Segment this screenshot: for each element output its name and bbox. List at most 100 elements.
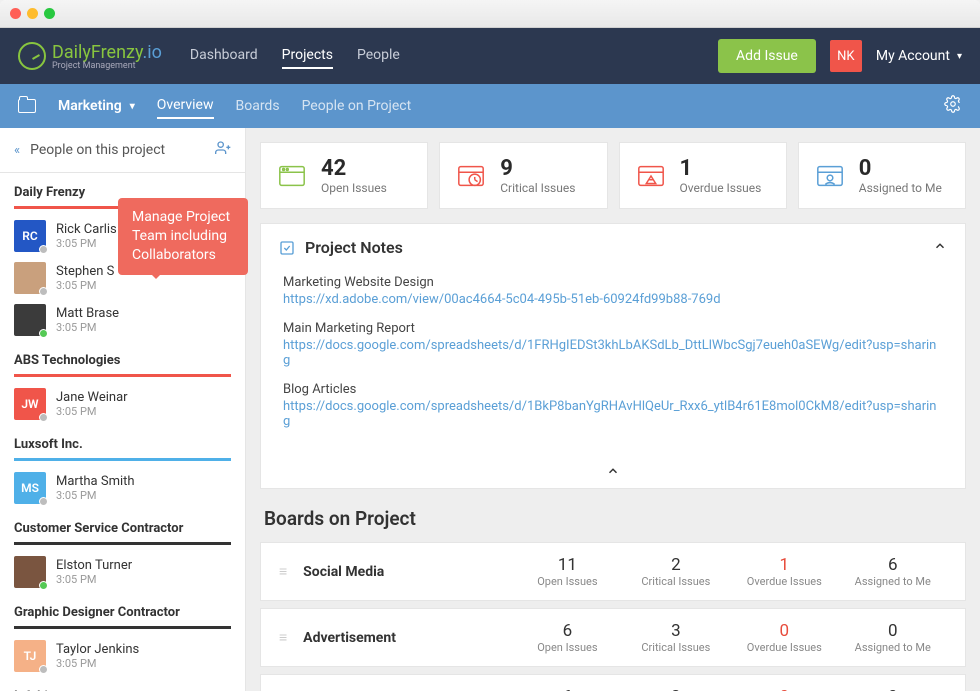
status-dot-icon <box>39 413 48 422</box>
board-critical-value: 3 <box>622 621 730 641</box>
boards-section-title: Boards on Project <box>264 507 966 530</box>
board-critical-label: Critical Issues <box>622 641 730 654</box>
check-icon <box>279 240 295 256</box>
minimize-icon[interactable] <box>27 8 38 19</box>
board-row[interactable]: ≡ Social Media 11Open Issues 2Critical I… <box>260 542 966 601</box>
stat-icon <box>275 161 309 191</box>
person-avatar: TJ <box>14 640 46 672</box>
person-time: 3:05 PM <box>56 321 119 334</box>
folder-icon <box>18 99 36 113</box>
board-assigned-value: 0 <box>839 621 947 641</box>
stat-label: Critical Issues <box>500 181 575 195</box>
person-row[interactable]: JW Jane Weinar3:05 PM <box>0 383 245 425</box>
person-time: 3:05 PM <box>56 657 139 670</box>
project-subnav: Marketing Overview Boards People on Proj… <box>0 84 980 128</box>
stat-label: Open Issues <box>321 181 387 195</box>
person-time: 3:05 PM <box>56 489 135 502</box>
board-overdue-value: 0 <box>730 621 838 641</box>
close-icon[interactable] <box>10 8 21 19</box>
board-overdue-value: 0 <box>730 687 838 691</box>
drag-handle-icon[interactable]: ≡ <box>279 563 287 580</box>
stat-label: Overdue Issues <box>680 181 762 195</box>
board-critical-label: Critical Issues <box>622 575 730 588</box>
board-assigned-label: Assigned to Me <box>839 641 947 654</box>
collapse-panel-icon[interactable] <box>933 238 947 257</box>
user-avatar[interactable]: NK <box>830 40 862 72</box>
person-row[interactable]: MS Martha Smith3:05 PM <box>0 467 245 509</box>
board-name: Social Media <box>303 564 513 580</box>
top-nav: DailyFrenzy.io Project Management Dashbo… <box>0 28 980 84</box>
stat-value: 42 <box>321 156 387 181</box>
nav-projects[interactable]: Projects <box>282 43 333 69</box>
company-color-bar <box>14 374 231 377</box>
my-account-menu[interactable]: My Account <box>876 48 962 64</box>
person-row[interactable]: Elston Turner3:05 PM <box>0 551 245 593</box>
add-person-icon[interactable] <box>215 140 231 160</box>
callout-tooltip: Manage Project Team including Collaborat… <box>118 198 248 275</box>
note-link[interactable]: https://docs.google.com/spreadsheets/d/1… <box>283 399 943 429</box>
person-name: Taylor Jenkins <box>56 642 139 657</box>
stat-value: 0 <box>859 156 942 181</box>
project-selector[interactable]: Marketing <box>58 98 135 114</box>
company-header: ABS Technologies <box>0 341 245 370</box>
person-avatar: MS <box>14 472 46 504</box>
status-dot-icon <box>39 245 48 254</box>
nav-dashboard[interactable]: Dashboard <box>190 43 258 69</box>
drag-handle-icon[interactable]: ≡ <box>279 629 287 646</box>
board-open-value: 11 <box>513 555 621 575</box>
status-dot-icon <box>39 497 48 506</box>
person-avatar: JW <box>14 388 46 420</box>
status-dot-icon <box>39 581 48 590</box>
person-name: Jane Weinar <box>56 390 128 405</box>
board-open-value: 6 <box>513 687 621 691</box>
settings-icon[interactable] <box>944 95 962 117</box>
person-time: 3:05 PM <box>56 279 114 292</box>
stat-card[interactable]: 42 Open Issues <box>260 142 428 209</box>
board-open-label: Open Issues <box>513 575 621 588</box>
board-open-label: Open Issues <box>513 641 621 654</box>
subnav-people[interactable]: People on Project <box>302 94 412 118</box>
collapse-sidebar-icon[interactable]: « <box>14 143 20 158</box>
company-header: Customer Service Contractor <box>0 509 245 538</box>
person-name: Matt Brase <box>56 306 119 321</box>
person-avatar <box>14 556 46 588</box>
board-name: Advertisement <box>303 630 513 646</box>
notes-collapse-toggle[interactable] <box>261 457 965 488</box>
maximize-icon[interactable] <box>44 8 55 19</box>
person-name: Martha Smith <box>56 474 135 489</box>
person-name: Stephen S <box>56 264 114 279</box>
main-content: 42 Open Issues 9 Critical Issues 1 Overd… <box>246 128 980 691</box>
board-row[interactable]: ≡ Advertisement 6Open Issues 3Critical I… <box>260 608 966 667</box>
person-time: 3:05 PM <box>56 237 117 250</box>
person-name: Elston Turner <box>56 558 132 573</box>
note-link[interactable]: https://xd.adobe.com/view/00ac4664-5c04-… <box>283 292 943 307</box>
person-time: 3:05 PM <box>56 405 128 418</box>
logo-text-2: Frenzy <box>91 42 143 63</box>
stat-card[interactable]: 0 Assigned to Me <box>798 142 966 209</box>
board-row[interactable]: ≡ Email Marketing 6Open Issues 3Critical… <box>260 674 966 691</box>
board-assigned-label: Assigned to Me <box>839 575 947 588</box>
stat-label: Assigned to Me <box>859 181 942 195</box>
add-issue-button[interactable]: Add Issue <box>718 39 816 73</box>
window-titlebar <box>0 0 980 28</box>
subnav-overview[interactable]: Overview <box>157 93 214 119</box>
stat-card[interactable]: 1 Overdue Issues <box>619 142 787 209</box>
note-title: Main Marketing Report <box>283 321 943 336</box>
person-avatar: RC <box>14 220 46 252</box>
subnav-boards[interactable]: Boards <box>236 94 280 118</box>
person-row[interactable]: TJ Taylor Jenkins3:05 PM <box>0 635 245 677</box>
company-color-bar <box>14 458 231 461</box>
logo[interactable]: DailyFrenzy.io Project Management <box>18 42 162 71</box>
status-dot-icon <box>39 665 48 674</box>
sidebar-title: People on this project <box>30 142 165 158</box>
board-critical-value: 3 <box>622 687 730 691</box>
company-header: Graphic Designer Contractor <box>0 593 245 622</box>
person-avatar <box>14 304 46 336</box>
person-row[interactable]: Matt Brase3:05 PM <box>0 299 245 341</box>
note-link[interactable]: https://docs.google.com/spreadsheets/d/1… <box>283 338 943 368</box>
nav-people[interactable]: People <box>357 43 400 69</box>
person-avatar <box>14 262 46 294</box>
board-open-value: 6 <box>513 621 621 641</box>
note-title: Blog Articles <box>283 382 943 397</box>
stat-card[interactable]: 9 Critical Issues <box>439 142 607 209</box>
